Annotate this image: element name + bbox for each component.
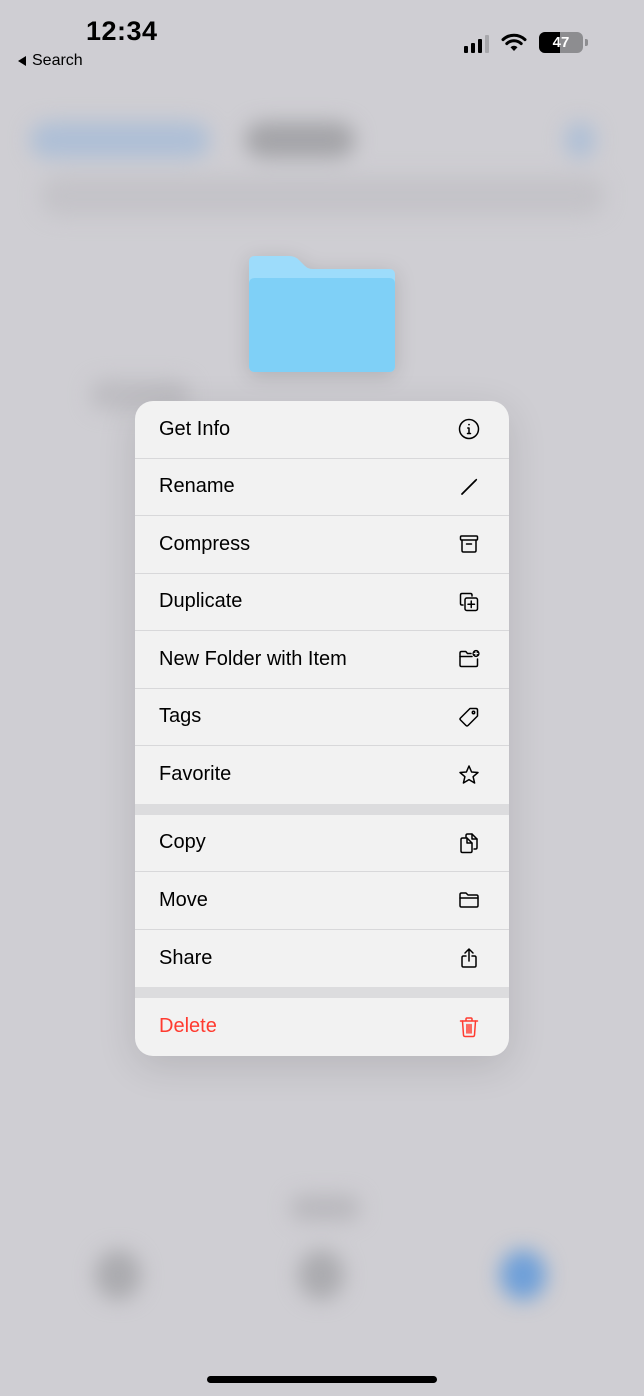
folder-plus-icon [457, 647, 481, 671]
folder-icon [457, 888, 481, 912]
menu-item-label: New Folder with Item [159, 647, 347, 670]
menu-item-tags[interactable]: Tags [135, 689, 509, 746]
tag-icon [457, 705, 481, 729]
menu-group-separator [135, 803, 509, 815]
folder-preview[interactable] [249, 256, 395, 372]
blurred-nav-action [565, 122, 595, 158]
menu-item-label: Compress [159, 532, 251, 555]
context-menu: Get Info Rename Compress Duplicate New Folde… [135, 401, 509, 1056]
menu-item-rename[interactable]: Rename [135, 459, 509, 516]
menu-item-label: Duplicate [159, 590, 243, 613]
menu-item-get-info[interactable]: Get Info [135, 401, 509, 459]
pencil-icon [457, 475, 481, 499]
back-to-search-link[interactable]: Search [18, 52, 83, 70]
blurred-nav-back [30, 122, 210, 158]
menu-item-label: Copy [159, 831, 206, 854]
menu-item-move[interactable]: Move [135, 872, 509, 930]
menu-item-duplicate[interactable]: Duplicate [135, 574, 509, 631]
menu-item-label: Share [159, 946, 213, 969]
menu-item-new-folder-with-item[interactable]: New Folder with Item [135, 631, 509, 689]
duplicate-icon [457, 590, 481, 614]
info-icon [457, 417, 481, 441]
menu-item-label: Move [159, 888, 208, 911]
blurred-tab-recents [95, 1250, 141, 1300]
menu-item-delete[interactable]: Delete [135, 998, 509, 1056]
blurred-search-field [40, 176, 605, 216]
back-link-label: Search [32, 52, 83, 69]
status-time: 12:34 [86, 16, 158, 46]
menu-item-label: Delete [159, 1015, 217, 1038]
menu-item-label: Favorite [159, 763, 232, 786]
archive-box-icon [457, 532, 481, 556]
home-indicator[interactable] [207, 1376, 437, 1383]
status-indicators: 47 [464, 32, 588, 53]
menu-group-separator [135, 987, 509, 998]
copy-icon [457, 831, 481, 855]
menu-item-favorite[interactable]: Favorite [135, 746, 509, 804]
menu-item-copy[interactable]: Copy [135, 815, 509, 872]
star-icon [457, 763, 481, 787]
blurred-nav-title [245, 122, 355, 158]
menu-item-share[interactable]: Share [135, 930, 509, 988]
battery-cap [585, 39, 588, 46]
menu-item-label: Get Info [159, 417, 231, 440]
wifi-icon [501, 33, 527, 51]
menu-item-label: Rename [159, 475, 235, 498]
battery-icon: 47 [539, 32, 583, 53]
menu-item-compress[interactable]: Compress [135, 516, 509, 574]
menu-item-label: Tags [159, 705, 202, 728]
folder-icon [249, 256, 395, 372]
battery-percent: 47 [552, 34, 570, 51]
back-triangle-icon [18, 56, 26, 66]
trash-icon [457, 1015, 481, 1039]
blurred-tab-browse [500, 1250, 546, 1300]
blurred-footer-label [290, 1195, 360, 1221]
cellular-signal-icon [464, 33, 489, 53]
blurred-tab-shared [298, 1250, 344, 1300]
share-icon [457, 946, 481, 970]
